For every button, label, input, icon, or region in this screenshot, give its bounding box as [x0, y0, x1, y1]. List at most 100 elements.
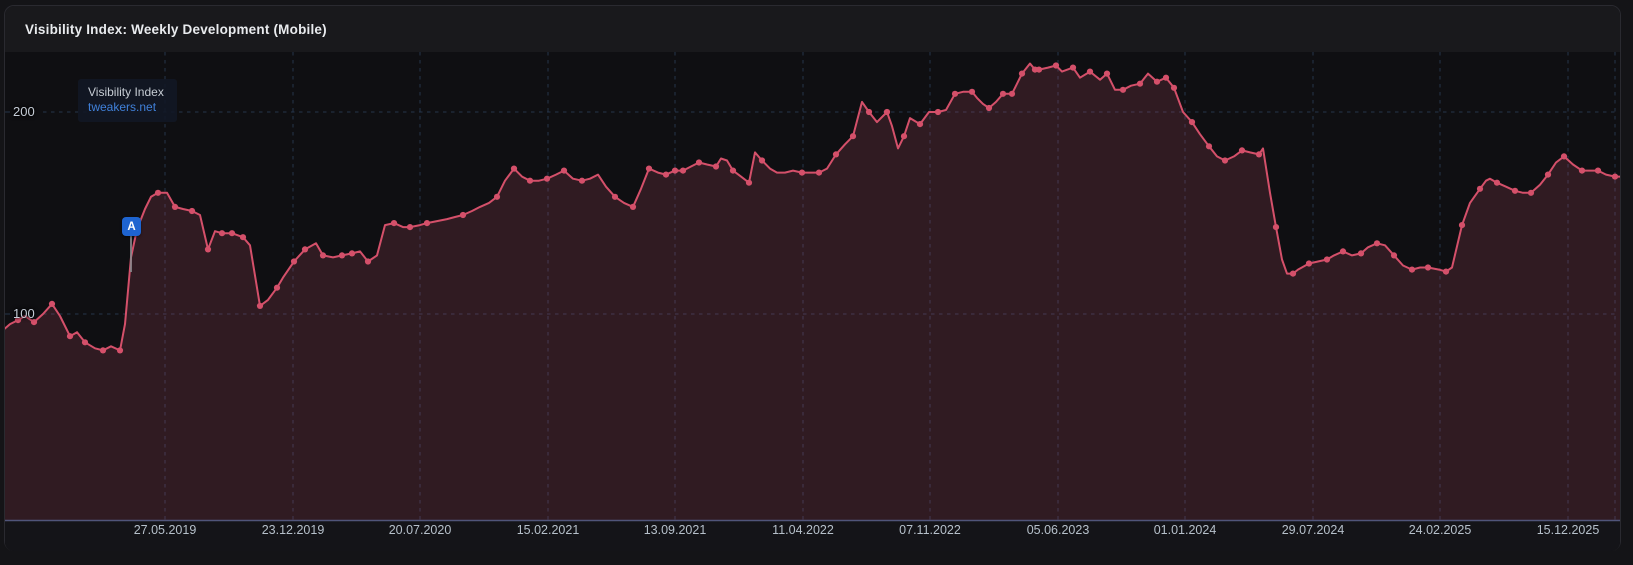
data-point-dot	[526, 177, 534, 184]
data-point-dot	[679, 167, 687, 174]
data-point-dot	[1493, 179, 1501, 186]
data-point-dot	[218, 230, 226, 237]
data-point-dot	[273, 284, 281, 291]
data-point-dot	[1458, 222, 1466, 229]
data-point-dot	[364, 258, 372, 265]
data-point-dot	[832, 151, 840, 158]
data-point-dot	[712, 163, 720, 170]
data-point-dot	[662, 171, 670, 178]
data-point-dot	[900, 133, 908, 140]
x-axis-tick-label: 23.12.2019	[261, 523, 325, 537]
data-point-dot	[849, 133, 857, 140]
data-point-dot	[1052, 62, 1060, 69]
data-point-dot	[1188, 119, 1196, 126]
data-point-dot	[1221, 157, 1229, 164]
chart-plot-area[interactable]: 200 100 27.05.2019 23.12.2019 20.07.2020 15.…	[5, 52, 1620, 551]
data-point-dot	[1272, 224, 1280, 231]
data-point-dot	[1544, 171, 1552, 178]
data-point-dot	[1390, 252, 1398, 259]
data-point-dot	[1357, 250, 1365, 257]
data-point-dot	[81, 339, 89, 346]
data-point-dot	[301, 246, 309, 253]
data-point-dot	[916, 121, 924, 128]
data-point-dot	[228, 230, 236, 237]
data-point-dot	[66, 333, 74, 340]
data-point-dot	[256, 302, 264, 309]
data-point-dot	[1424, 264, 1432, 271]
data-point-dot	[406, 224, 414, 231]
data-point-dot	[319, 252, 327, 259]
x-axis-tick-label: 24.02.2025	[1408, 523, 1472, 537]
data-point-dot	[985, 104, 993, 112]
data-point-dot	[1511, 187, 1519, 194]
data-point-dot	[1008, 90, 1016, 97]
data-point-dot	[578, 177, 586, 184]
data-point-dot	[1103, 70, 1111, 77]
data-point-dot	[1205, 143, 1213, 150]
data-point-dot	[1476, 185, 1484, 192]
data-point-dot	[1289, 270, 1297, 277]
x-axis-tick-label: 20.07.2020	[388, 523, 452, 537]
data-point-dot	[1153, 78, 1161, 85]
data-point-dot	[1611, 173, 1619, 180]
data-point-dot	[1035, 66, 1043, 73]
data-point-dot	[611, 193, 619, 200]
data-point-dot	[1069, 64, 1077, 71]
data-point-dot	[116, 347, 124, 354]
data-point-dot	[758, 157, 766, 164]
data-point-dot	[815, 169, 823, 176]
x-axis-tick-label: 13.09.2021	[643, 523, 707, 537]
x-axis-tick-label: 07.11.2022	[899, 523, 961, 537]
data-point-dot	[338, 252, 346, 259]
area-fill	[5, 63, 1620, 520]
page: { "card": { "title": "Visibility Index: …	[0, 0, 1633, 565]
data-point-dot	[493, 193, 501, 200]
data-point-dot	[99, 347, 107, 354]
x-axis-tick-label: 01.01.2024	[1153, 523, 1217, 537]
data-point-dot	[560, 167, 568, 174]
data-point-dot	[999, 90, 1007, 97]
data-point-dot	[1018, 70, 1026, 77]
legend-metric-label: Visibility Index	[88, 85, 164, 99]
data-point-dot	[1136, 80, 1144, 87]
data-point-dot	[290, 258, 298, 265]
data-point-dot	[1560, 153, 1568, 160]
legend-domain-link[interactable]: tweakers.net	[88, 100, 164, 115]
data-point-dot	[510, 165, 518, 172]
data-point-dot	[1170, 84, 1178, 91]
event-pin-stem	[130, 236, 132, 272]
data-point-dot	[1578, 167, 1586, 174]
data-point-dot	[1238, 147, 1246, 154]
data-point-dot	[1323, 256, 1331, 263]
data-point-dot	[1594, 167, 1602, 174]
data-point-dot	[1119, 86, 1127, 93]
data-point-dot	[154, 189, 162, 196]
x-axis-tick-label: 11.04.2022	[772, 523, 834, 537]
data-point-dot	[645, 165, 653, 172]
card-title: Visibility Index: Weekly Development (Mo…	[25, 21, 327, 37]
data-point-dot	[745, 179, 753, 186]
data-point-dot	[968, 88, 976, 95]
data-point-dot	[629, 203, 637, 210]
visibility-chart-svg	[5, 52, 1620, 522]
data-point-dot	[1408, 266, 1416, 273]
x-axis-tick-label: 05.06.2023	[1026, 523, 1090, 537]
data-point-dot	[239, 234, 247, 241]
y-axis-tick-label: 200	[13, 104, 35, 119]
x-axis-tick-label: 27.05.2019	[133, 523, 197, 537]
data-point-dot	[865, 108, 873, 116]
data-point-dot	[348, 250, 356, 257]
data-point-dot	[1442, 268, 1450, 275]
data-point-dot	[204, 246, 212, 253]
data-point-dot	[1339, 248, 1347, 255]
data-point-dot	[934, 108, 942, 116]
data-point-dot	[671, 167, 679, 174]
data-point-dot	[423, 220, 431, 227]
data-point-dot	[798, 169, 806, 176]
data-point-dot	[390, 220, 398, 227]
data-point-dot	[883, 108, 891, 116]
data-point-dot	[1305, 260, 1313, 267]
event-pin-a[interactable]: A	[122, 217, 141, 236]
data-point-dot	[171, 203, 179, 210]
data-point-dot	[1373, 240, 1381, 247]
